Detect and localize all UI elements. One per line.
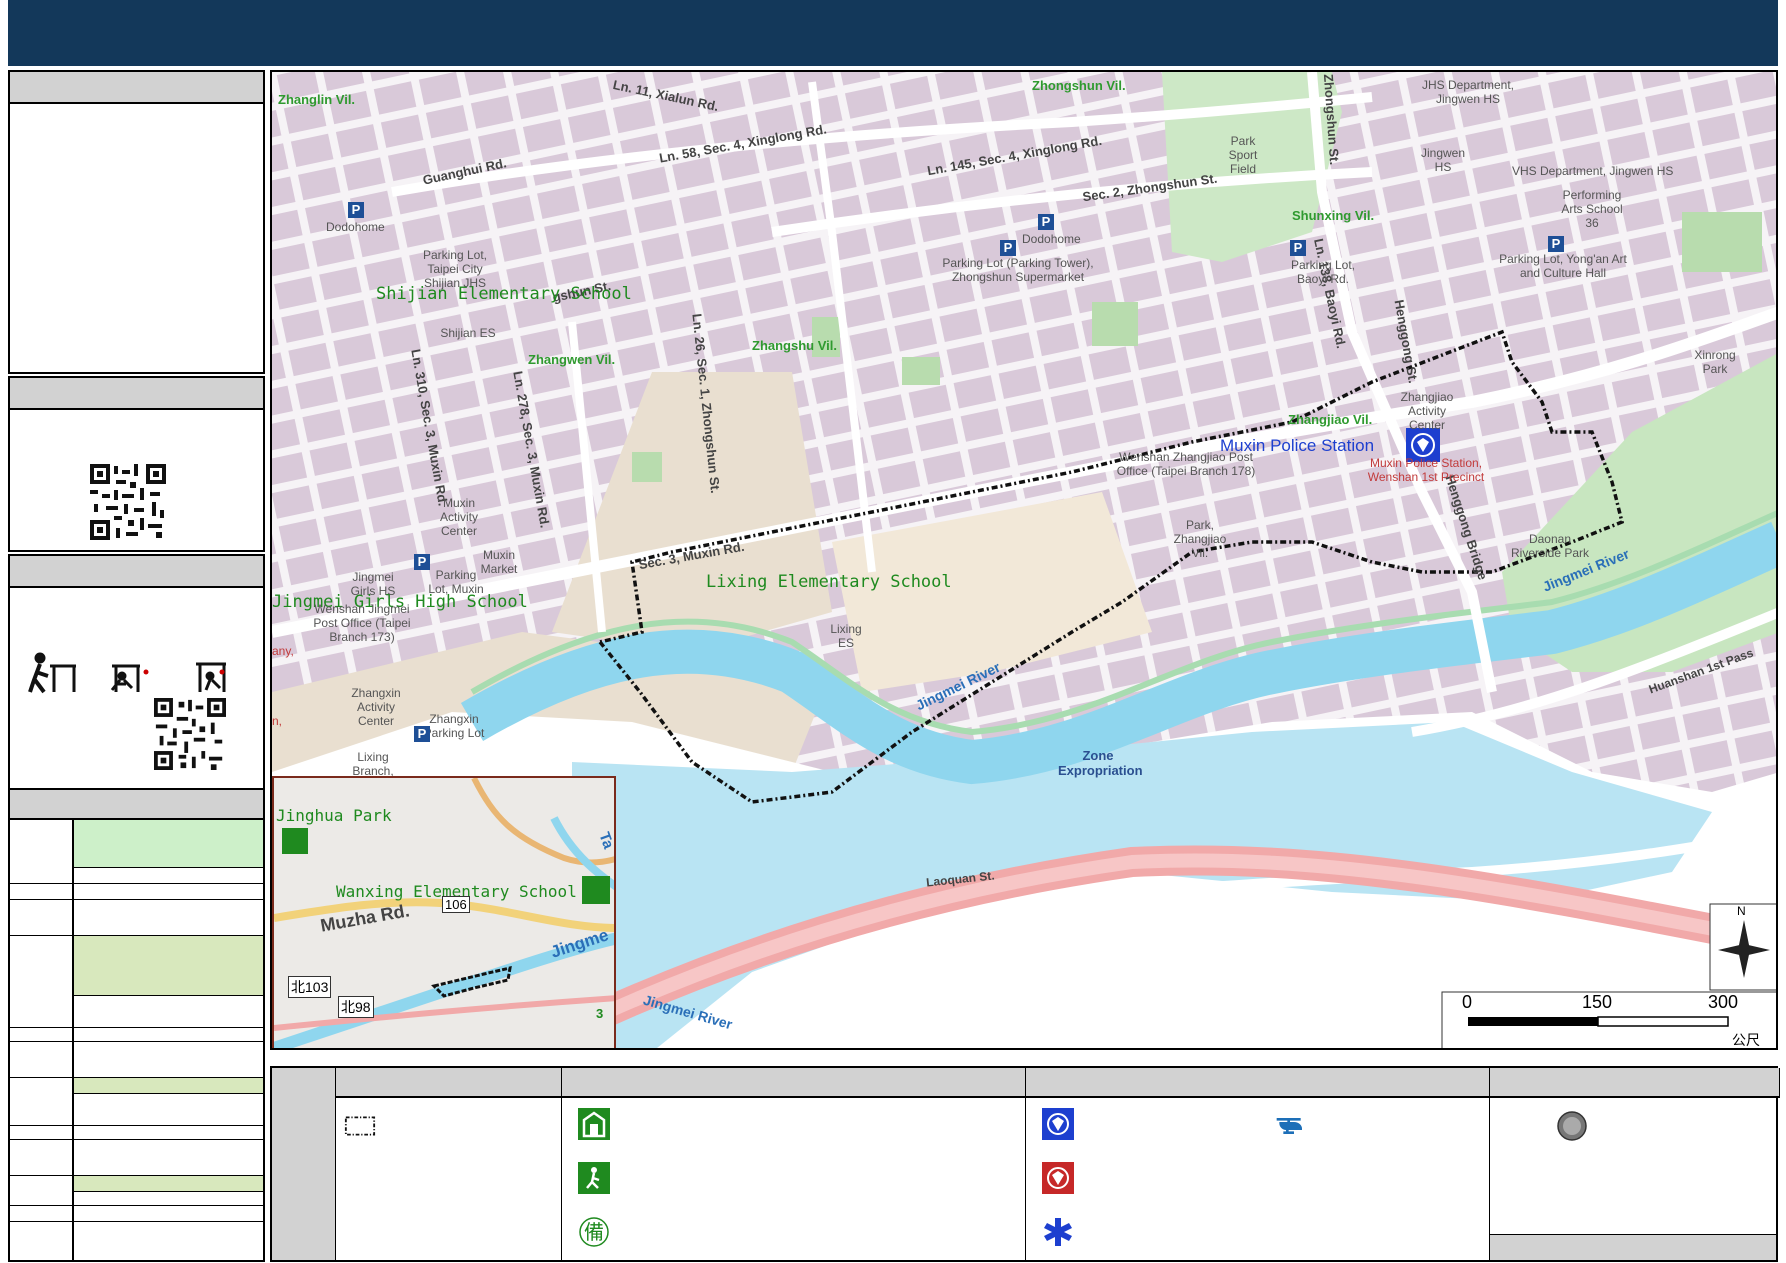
table-row [10,1126,263,1140]
scale-unit: 公尺 [1732,1032,1760,1048]
legend-col-footer [1490,1234,1776,1260]
table-row [10,868,263,884]
legend-col-head [562,1068,1026,1098]
village-label: Zhanglin Vil. [278,92,356,107]
poi-label: Parking Lot (Parking Tower), Zhongshun S… [942,256,1094,284]
helipad-icon [1276,1118,1303,1134]
shelter-building-icon [578,1108,610,1140]
poi-label: Jingmei Girls HS [350,570,396,598]
poi-label: Daonan Riverside Park [1510,532,1590,560]
village-label: Zhangjiao Vil. [1288,412,1373,427]
info-panel [8,70,265,374]
zone-label: Zone Expropriation [1058,748,1143,778]
police-icon [1042,1108,1074,1140]
earthquake-panel [8,554,265,790]
table-row [10,900,263,936]
title-banner [8,0,1778,66]
poi-label: Parking Lot, Muxin [428,568,484,596]
evacuation-park-icon [578,1162,610,1194]
table-row [74,936,263,996]
table-row [74,820,263,868]
inset-label: 106 [442,896,470,913]
inset-label: 3 [596,1006,604,1021]
legend-col-head [336,1068,562,1098]
legend-panel: 備 [270,1066,1780,1262]
drop-cover-hold-icon [28,652,226,694]
medical-icon [1044,1218,1072,1246]
inset-label: 北98 [338,996,374,1018]
parking-icon: P [414,726,430,742]
table-row [10,1028,263,1042]
table-row [10,1094,263,1126]
poi-label: VHS Department, Jingwen HS [1512,164,1674,178]
qr-code-icon[interactable] [90,464,166,540]
north-label: N [1737,904,1746,918]
poi-label: Shijian ES [440,326,496,340]
contact-table [8,788,265,1262]
table-row [10,1206,263,1222]
poi-label: any, [272,644,294,658]
table-row [10,884,263,900]
table-row [10,996,263,1028]
village-label: Zhongshun Vil. [1032,78,1126,93]
poi-label: Dodohome [1022,232,1081,246]
poi-label: Park, Zhangjiao Vil. [1173,518,1227,560]
poi-label: Wenshan Zhangjiao Post Office (Taipei Br… [1116,450,1256,478]
parking-icon: P [1548,236,1564,252]
poi-label: Jingwen HS [1420,146,1466,174]
table-row [10,1192,263,1206]
parking-icon: P [1290,240,1306,256]
village-label: Shunxing Vil. [1292,208,1375,223]
fire-station-icon [1042,1162,1074,1194]
poi-label: Parking Lot, Taipei City Shijian JHS [422,248,488,290]
table-row [74,1176,263,1192]
poi-label: Wenshan Jingmei Post Office (Taipei Bran… [313,602,411,644]
poi-label: n, [272,714,283,728]
scale-tick-150: 150 [1582,992,1613,1012]
svg-text:備: 備 [584,1220,604,1244]
legend-col-head [1490,1068,1780,1098]
scale-tick-0: 0 [1462,992,1473,1012]
qr-code-icon[interactable] [154,698,226,770]
parking-icon: P [414,554,430,570]
poi-label: Zhangjiao Activity Center [1400,390,1454,432]
poi-label: Muxin Police Station, Wenshan 1st Precin… [1367,456,1485,484]
village-label: Zhangwen Vil. [528,352,616,367]
table-row [10,1042,263,1078]
qr-panel-header [10,378,263,410]
inset-label: Jinghua Park [276,806,392,825]
parking-icon: P [1038,214,1054,230]
qr-panel [8,376,265,552]
legend-col [562,1098,1026,1260]
table-row [74,1078,263,1094]
poi-label: Performing Arts School 36 [1561,188,1623,230]
legend-col [1026,1098,1490,1260]
poi-label: Lixing ES [830,622,862,650]
poi-label: JHS Department, Jingwen HS [1421,78,1515,106]
table-row [10,1140,263,1176]
parking-icon: P [348,202,364,218]
inset-map[interactable]: Jinghua Park Wanxing Elementary School M… [272,776,616,1048]
poi-label: Parking Lot, Yong'an Art and Culture Hal… [1499,252,1627,280]
inset-label: 北103 [288,976,332,998]
legend-col-head [1026,1068,1490,1098]
reserve-shelter-icon: 備 [579,1217,609,1247]
parking-icon: P [1000,240,1016,256]
shelter-label[interactable]: Lixing Elementary School [706,572,952,592]
legend-side-header [272,1068,336,1260]
map-canvas[interactable]: N 0 150 300 公尺 Zhanglin Vil. Zhongshun V… [270,70,1778,1050]
poi-label: Xinrong Park [1694,348,1736,376]
assembly-point-icon [1557,1111,1587,1141]
poi-label: Zhangxin Activity Center [351,686,401,728]
poi-label: Parking Lot, Baoyi Rd. [1290,258,1356,286]
info-panel-header [10,72,263,104]
village-label: Zhangshu Vil. [752,338,837,353]
scale-tick-300: 300 [1708,992,1739,1012]
zone-boundary-icon [344,1116,376,1136]
poi-label: Dodohome [326,220,385,234]
poi-label: Park Sport Field [1228,134,1258,176]
poi-label: Muxin Activity Center [439,496,478,538]
contact-table-header [10,790,263,820]
earthquake-panel-header [10,556,263,588]
